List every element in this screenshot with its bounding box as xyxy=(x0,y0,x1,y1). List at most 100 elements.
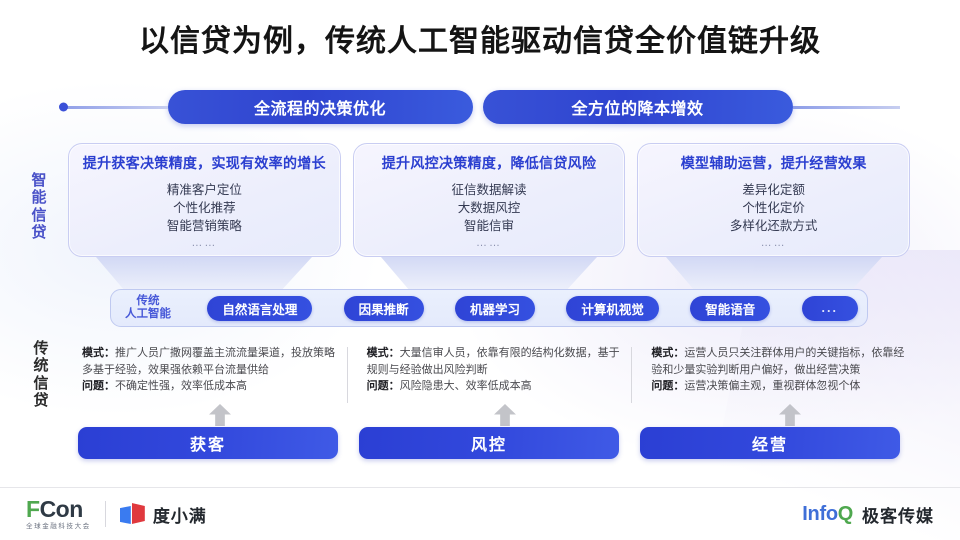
side-label-traditional-lending: 传 统 信 贷 xyxy=(30,340,52,410)
list-item: 个性化推荐 xyxy=(173,201,236,216)
ai-bar-label: 传统 人工智能 xyxy=(120,295,176,321)
infoq-letters-info: Info xyxy=(802,502,838,525)
ai-pill-computer-vision[interactable]: 计算机视觉 xyxy=(566,295,659,321)
list-item: 大数据风控 xyxy=(457,201,521,216)
side-label-trad-char-0: 传 xyxy=(33,340,49,357)
arrow-up-icon xyxy=(209,404,231,426)
issue-text: 不确定性强，效率低成本高 xyxy=(115,380,247,392)
funnel-shape-risk-control xyxy=(381,257,597,290)
traditional-mode-risk-control: 模式：大量信审人员，依靠有限的结构化数据，基于规则与经验做出风险判断 xyxy=(367,345,626,378)
page-title: 以信贷为例，传统人工智能驱动信贷全价值链升级 xyxy=(139,25,821,58)
top-banner: 全流程的决策优化 全方位的降本增效 xyxy=(60,90,900,124)
side-label-smart-char-2: 信 xyxy=(31,206,47,224)
smart-lending-cards: 提升获客决策精度，实现有效率的增长 精准客户定位 个性化推荐 智能营销策略 ……… xyxy=(68,143,911,257)
duxiaoman-wordmark: 度小满 xyxy=(152,506,207,526)
fcon-letter-f: F xyxy=(26,495,40,522)
ai-capability-bar: 传统 人工智能 自然语言处理 因果推断 机器学习 计算机视觉 智能语音 ... xyxy=(110,289,868,327)
smart-card-operations[interactable]: 模型辅助运营，提升经营效果 差异化定额 个性化定价 多样化还款方式 …… xyxy=(637,143,911,257)
duxiaoman-book-icon xyxy=(119,503,146,525)
banner-pill-decision-optimization[interactable]: 全流程的决策优化 xyxy=(167,90,473,124)
list-item: 个性化定价 xyxy=(742,201,805,216)
mode-label: 模式： xyxy=(651,347,685,359)
mode-text: 大量信审人员，依靠有限的结构化数据，基于规则与经验做出风险判断 xyxy=(366,347,620,376)
smart-card-operations-items: 差异化定额 个性化定价 多样化还款方式 …… xyxy=(638,181,909,252)
funnel-connectors xyxy=(68,257,910,290)
banner-connector-line-left xyxy=(60,105,168,109)
fcon-subtitle: 全球金融科技大会 xyxy=(26,522,91,530)
issue-text: 风险隐患大、效率低成本高 xyxy=(399,380,532,392)
list-item-ellipsis: …… xyxy=(476,237,502,250)
banner-pill-cost-efficiency[interactable]: 全方位的降本增效 xyxy=(482,90,793,124)
list-item: 智能信审 xyxy=(464,219,515,234)
mode-label: 模式： xyxy=(366,347,400,359)
banner-connector-line-right xyxy=(792,105,900,109)
smart-card-operations-title: 模型辅助运营，提升经营效果 xyxy=(680,155,867,171)
infoq-logo: InfoQ xyxy=(802,503,853,526)
issue-label: 问题： xyxy=(366,380,400,392)
infoq-letter-q: Q xyxy=(837,502,854,525)
smart-card-risk-control[interactable]: 提升风控决策精度，降低信贷风险 征信数据解读 大数据风控 智能信审 …… xyxy=(352,143,626,257)
list-item: 多样化还款方式 xyxy=(729,219,818,234)
list-item: 精准客户定位 xyxy=(166,183,242,197)
side-label-trad-char-1: 统 xyxy=(33,357,49,375)
smart-card-acquisition[interactable]: 提升获客决策精度，实现有效率的增长 精准客户定位 个性化推荐 智能营销策略 …… xyxy=(68,143,341,257)
traditional-column-operations: 模式：运营人员只关注群体用户的关键指标，依靠经验和少量实验判断用户偏好，做出经营… xyxy=(631,345,910,407)
side-label-smart-lending: 智 能 信 贷 xyxy=(28,172,50,242)
fcon-letters-con: Con xyxy=(39,495,84,522)
footer-left-logos: FCon 全球金融科技大会 度小满 xyxy=(26,495,207,531)
list-item: 征信数据解读 xyxy=(451,183,527,197)
funnel-shape-acquisition xyxy=(96,257,312,290)
geek-media-wordmark: 极客传媒 xyxy=(862,506,934,526)
funnel-shape-operations xyxy=(666,257,882,290)
list-item: 智能营销策略 xyxy=(166,219,242,234)
footer-logo-divider xyxy=(104,501,106,527)
smart-card-risk-control-items: 征信数据解读 大数据风控 智能信审 …… xyxy=(354,181,625,252)
side-label-smart-char-0: 智 xyxy=(31,172,47,189)
arrow-up-icon xyxy=(494,404,516,426)
smart-card-acquisition-title: 提升获客决策精度，实现有效率的增长 xyxy=(82,155,326,171)
list-item-ellipsis: …… xyxy=(760,237,787,250)
fcon-wordmark: FCon xyxy=(26,495,91,522)
side-label-smart-char-3: 贷 xyxy=(31,224,47,242)
ai-pill-machine-learning[interactable]: 机器学习 xyxy=(455,295,536,321)
stage-bar-acquisition[interactable]: 获客 xyxy=(78,427,338,459)
traditional-issue-risk-control: 问题：风险隐患大、效率低成本高 xyxy=(367,378,626,395)
issue-label: 问题： xyxy=(651,380,685,392)
duxiaoman-icon-left-page xyxy=(119,506,131,524)
traditional-column-risk-control: 模式：大量信审人员，依靠有限的结构化数据，基于规则与经验做出风险判断 问题：风险… xyxy=(346,345,626,407)
ai-pill-nlp[interactable]: 自然语言处理 xyxy=(207,295,313,321)
fcon-logo: FCon 全球金融科技大会 xyxy=(26,495,91,531)
ai-bar-label-line-1: 传统 xyxy=(136,295,160,308)
side-label-trad-char-2: 信 xyxy=(33,374,49,392)
ai-pill-smart-voice[interactable]: 智能语音 xyxy=(690,295,771,321)
ai-bar-label-line-2: 人工智能 xyxy=(125,308,171,320)
smart-card-risk-control-title: 提升风控决策精度，降低信贷风险 xyxy=(381,155,597,171)
smart-card-acquisition-items: 精准客户定位 个性化推荐 智能营销策略 …… xyxy=(69,181,340,252)
footer: FCon 全球金融科技大会 度小满 InfoQ 极客传媒 xyxy=(0,488,960,540)
traditional-issue-acquisition: 问题：不确定性强，效率低成本高 xyxy=(82,378,341,395)
traditional-column-acquisition: 模式：推广人员广撒网覆盖主流流量渠道，投放策略多基于经验，效果强依赖平台流量供给… xyxy=(68,345,341,407)
stage-bar-operations[interactable]: 经营 xyxy=(640,427,900,459)
list-item-ellipsis: …… xyxy=(191,237,218,250)
mode-label: 模式： xyxy=(82,347,115,359)
traditional-issue-operations: 问题：运营决策偏主观，重视群体忽视个体 xyxy=(651,378,910,395)
side-label-smart-char-1: 能 xyxy=(31,189,47,207)
issue-label: 问题： xyxy=(82,380,115,392)
traditional-mode-operations: 模式：运营人员只关注群体用户的关键指标，依靠经验和少量实验判断用户偏好，做出经营… xyxy=(651,345,910,378)
mode-text: 运营人员只关注群体用户的关键指标，依靠经验和少量实验判断用户偏好，做出经营决策 xyxy=(651,347,905,376)
duxiaoman-icon-right-page xyxy=(131,503,145,524)
footer-right-logos: InfoQ 极客传媒 xyxy=(802,502,934,527)
traditional-lending-columns: 模式：推广人员广撒网覆盖主流流量渠道，投放策略多基于经验，效果强依赖平台流量供给… xyxy=(68,345,910,407)
upgrade-arrows xyxy=(68,404,910,428)
ai-pill-more[interactable]: ... xyxy=(801,295,858,321)
stage-bar-risk-control[interactable]: 风控 xyxy=(359,427,619,459)
issue-text: 运营决策偏主观，重视群体忽视个体 xyxy=(684,380,861,392)
duxiaoman-logo: 度小满 xyxy=(119,502,207,527)
side-label-trad-char-3: 贷 xyxy=(33,392,49,410)
arrow-up-icon xyxy=(779,404,801,426)
value-chain-stages: 获客 风控 经营 xyxy=(78,427,900,459)
traditional-mode-acquisition: 模式：推广人员广撒网覆盖主流流量渠道，投放策略多基于经验，效果强依赖平台流量供给 xyxy=(82,345,341,378)
mode-text: 推广人员广撒网覆盖主流流量渠道，投放策略多基于经验，效果强依赖平台流量供给 xyxy=(82,347,335,376)
list-item: 差异化定额 xyxy=(742,183,805,197)
ai-pill-causal-inference[interactable]: 因果推断 xyxy=(343,295,424,321)
